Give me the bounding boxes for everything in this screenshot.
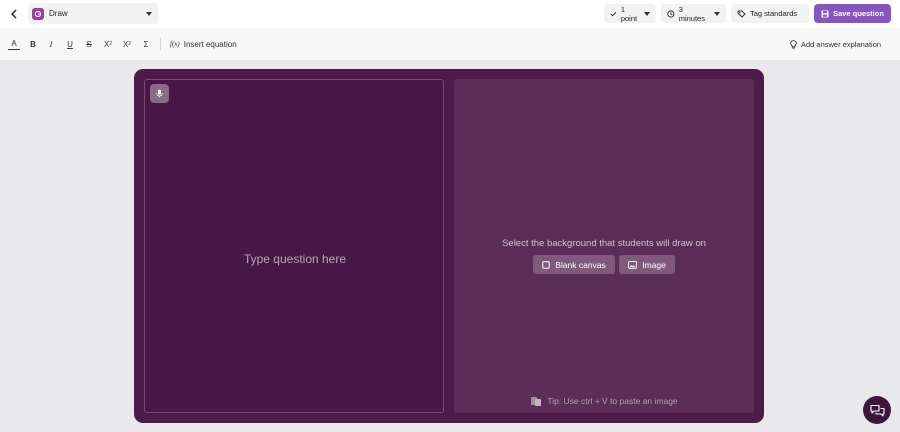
add-answer-explanation-label: Add answer explanation [801, 39, 882, 49]
question-type-label: Draw [49, 9, 68, 18]
points-dropdown[interactable]: 1 point [604, 4, 656, 23]
tag-standards-button[interactable]: Tag standards [731, 4, 809, 23]
chat-bubble-icon [869, 404, 885, 417]
question-input[interactable]: Type question here [144, 79, 444, 413]
points-label: 1 point [620, 4, 638, 23]
check-icon [610, 11, 617, 16]
chevron-left-icon [10, 9, 17, 19]
insert-equation-label: Insert equation [183, 39, 237, 49]
image-button[interactable]: Image [619, 255, 675, 274]
strikethrough-button[interactable]: S [84, 38, 94, 50]
paste-icon [531, 397, 542, 406]
insert-equation-button[interactable]: f(x) Insert equation [170, 37, 237, 51]
caret-down-icon [714, 11, 720, 16]
underline-button[interactable]: U [65, 38, 75, 50]
save-question-button[interactable]: Save question [814, 4, 891, 23]
paste-tip: Tip: Use ctrl + V to paste an image [454, 395, 754, 407]
back-button[interactable] [6, 6, 22, 22]
chat-button[interactable] [863, 396, 891, 424]
superscript-button[interactable]: X2 [103, 38, 113, 50]
draw-icon [32, 7, 44, 20]
text-color-button[interactable]: A [8, 38, 20, 50]
blank-canvas-label: Blank canvas [555, 259, 606, 270]
caret-down-icon [146, 11, 152, 16]
italic-button[interactable]: I [46, 38, 56, 50]
clock-icon [667, 9, 675, 18]
tag-standards-label: Tag standards [750, 9, 798, 18]
paste-tip-label: Tip: Use ctrl + V to paste an image [547, 396, 678, 406]
tag-icon [737, 10, 746, 18]
function-icon: f(x) [170, 40, 180, 48]
save-question-label: Save question [833, 9, 884, 18]
microphone-icon [156, 89, 163, 98]
top-bar: Draw 1 point 3 minutes Tag standards Sav… [0, 0, 900, 28]
background-prompt: Select the background that students will… [502, 238, 706, 249]
sigma-icon[interactable]: Σ [141, 38, 151, 50]
square-icon [542, 260, 550, 269]
background-selector: Select the background that students will… [454, 79, 754, 413]
bold-button[interactable]: B [28, 38, 38, 50]
image-label: Image [642, 259, 666, 270]
add-answer-explanation-button[interactable]: Add answer explanation [790, 37, 881, 51]
format-toolbar: A B I U S X2 X2 Σ f(x) Insert equation A… [0, 28, 900, 60]
toolbar-divider [160, 38, 161, 50]
image-icon [628, 260, 638, 269]
caret-down-icon [644, 11, 650, 16]
save-icon [821, 10, 829, 17]
lightbulb-icon [790, 39, 797, 49]
subscript-button[interactable]: X2 [122, 38, 132, 50]
time-label: 3 minutes [678, 4, 705, 23]
microphone-button[interactable] [150, 84, 169, 103]
question-type-select[interactable]: Draw [28, 3, 158, 24]
question-card: Type question here Select the background… [134, 69, 764, 423]
blank-canvas-button[interactable]: Blank canvas [533, 255, 615, 274]
question-placeholder: Type question here [243, 252, 347, 266]
time-dropdown[interactable]: 3 minutes [661, 4, 726, 23]
